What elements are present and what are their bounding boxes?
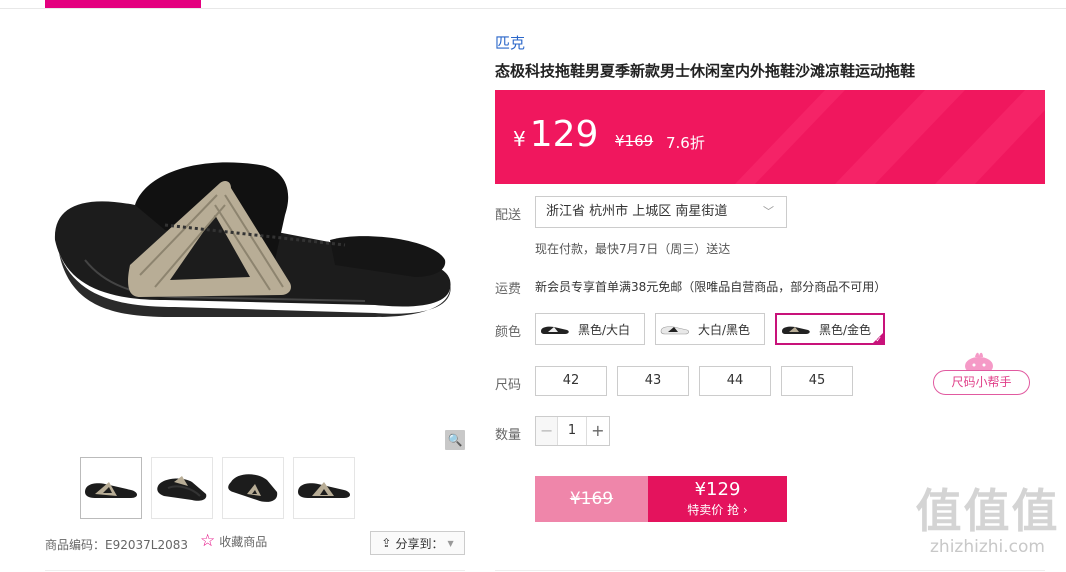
quantity-plus-button[interactable]: +	[585, 417, 609, 445]
size-option-43[interactable]: 43	[617, 366, 689, 396]
delivery-label: 配送	[495, 208, 522, 223]
color-swatch-icon	[660, 326, 690, 335]
color-option-black-gold[interactable]: 黑色/金色 ✓	[775, 313, 885, 345]
color-option-white-black[interactable]: 大白/黑色	[655, 313, 765, 345]
color-option-label: 大白/黑色	[698, 322, 751, 337]
buy-button[interactable]: ¥129 特卖价 抢 ›	[648, 476, 787, 522]
address-select[interactable]: 浙江省 杭州市 上城区 南星街道 ﹀	[535, 196, 787, 228]
address-value: 浙江省 杭州市 上城区 南星街道	[546, 204, 728, 219]
color-swatch-icon	[782, 326, 810, 334]
zoom-icon[interactable]: 🔍	[445, 430, 465, 450]
size-option-44[interactable]: 44	[699, 366, 771, 396]
original-price: ¥169	[615, 132, 654, 150]
active-tab-indicator	[45, 0, 201, 8]
color-option-label: 黑色/大白	[578, 322, 631, 337]
watermark-url: zhizhizhi.com	[930, 537, 1045, 557]
check-icon: ✓	[875, 335, 882, 344]
favorite-label: 收藏商品	[219, 535, 268, 549]
current-price-value: 129	[529, 114, 599, 155]
share-button[interactable]: ⇪ 分享到： ▼	[370, 531, 465, 555]
share-label: 分享到：	[395, 536, 444, 551]
watermark-logo: 值值值	[915, 484, 1060, 538]
size-option-45[interactable]: 45	[781, 366, 853, 396]
brand-link[interactable]: 匹克	[495, 32, 525, 53]
size-helper-button[interactable]: 尺码小帮手	[933, 370, 1030, 395]
thumbnail-1[interactable]	[80, 457, 142, 519]
currency-symbol: ¥	[513, 127, 526, 151]
original-price-button: ¥169	[535, 476, 648, 522]
product-main-image[interactable]	[45, 55, 465, 455]
caret-down-icon: ▼	[447, 538, 454, 548]
size-option-42[interactable]: 42	[535, 366, 607, 396]
left-bottom-divider	[45, 570, 465, 571]
delivery-estimate: 现在付款，最快7月7日（周三）送达	[535, 242, 731, 256]
quantity-stepper: − 1 +	[535, 416, 610, 446]
buy-price: ¥129	[694, 479, 741, 500]
discount-rate: 7.6折	[666, 134, 705, 152]
favorite-button[interactable]: ☆ 收藏商品	[200, 533, 267, 550]
thumbnail-2[interactable]	[151, 457, 213, 519]
quantity-label: 数量	[495, 428, 522, 443]
color-label: 颜色	[495, 325, 522, 340]
chevron-down-icon: ﹀	[763, 205, 774, 218]
color-option-label: 黑色/金色	[819, 322, 872, 337]
watermark: 值值值 zhizhizhi.com	[915, 485, 1060, 557]
color-option-black-white[interactable]: 黑色/大白	[535, 313, 645, 345]
price-banner: ¥ 129 ¥169 7.6折	[495, 90, 1045, 184]
buy-label: 特卖价 抢 ›	[687, 503, 748, 517]
top-divider	[0, 8, 1066, 9]
shipping-label: 运费	[495, 282, 522, 297]
color-swatch-icon	[541, 326, 569, 334]
product-title: 态极科技拖鞋男夏季新款男士休闲室内外拖鞋沙滩凉鞋运动拖鞋	[495, 62, 916, 80]
quantity-minus-button[interactable]: −	[536, 417, 559, 445]
current-price: ¥ 129	[513, 114, 598, 155]
sku-code: 商品编码：E92037L2083	[45, 538, 188, 552]
thumbnail-4[interactable]	[293, 457, 355, 519]
share-icon: ⇪	[381, 536, 392, 550]
star-icon: ☆	[200, 531, 216, 551]
quantity-input[interactable]: 1	[558, 417, 585, 445]
size-label: 尺码	[495, 378, 522, 393]
thumbnail-3[interactable]	[222, 457, 284, 519]
right-bottom-divider	[495, 570, 1045, 571]
shipping-info: 新会员专享首单满38元免邮（限唯品自营商品，部分商品不可用）	[535, 280, 887, 294]
